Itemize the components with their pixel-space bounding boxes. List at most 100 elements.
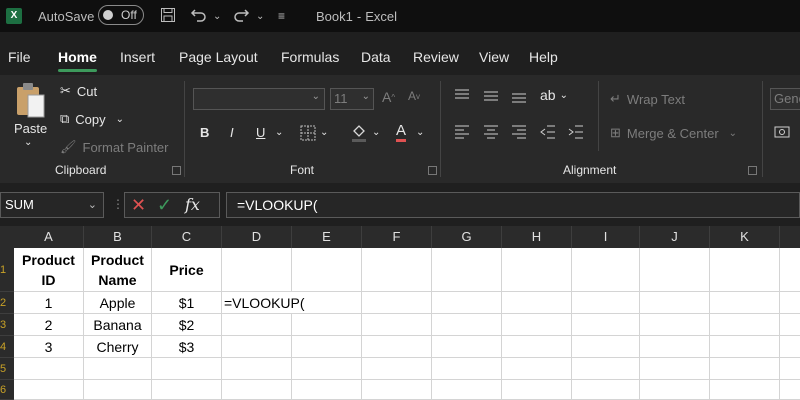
align-center-icon[interactable] — [483, 125, 499, 139]
cell-g2[interactable] — [432, 292, 502, 314]
cell-i3[interactable] — [572, 314, 640, 336]
cell-next[interactable] — [780, 358, 800, 380]
cell-i5[interactable] — [572, 358, 640, 380]
cell-h4[interactable] — [502, 336, 572, 358]
cell-d1[interactable] — [222, 248, 292, 292]
font-dialog-launcher-icon[interactable] — [428, 166, 437, 175]
cell-a6[interactable] — [14, 380, 84, 400]
cell-a2[interactable]: 1 — [14, 292, 84, 314]
enter-icon[interactable]: ✓ — [157, 193, 172, 217]
column-header-h[interactable]: H — [502, 226, 572, 248]
name-box-dropdown-icon[interactable]: ⌄ — [88, 193, 97, 217]
column-header-e[interactable]: E — [292, 226, 362, 248]
paste-icon[interactable] — [14, 81, 46, 119]
cell-next[interactable] — [780, 336, 800, 358]
cell-j4[interactable] — [640, 336, 710, 358]
column-header-c[interactable]: C — [152, 226, 222, 248]
cell-a4[interactable]: 3 — [14, 336, 84, 358]
copy-button[interactable]: ⧉ Copy ⌄ — [60, 111, 124, 127]
cell-c5[interactable] — [152, 358, 222, 380]
cell-a3[interactable]: 2 — [14, 314, 84, 336]
cell-k3[interactable] — [710, 314, 780, 336]
row-header-4[interactable]: 4 — [0, 336, 14, 358]
column-header-g[interactable]: G — [432, 226, 502, 248]
autosave-toggle[interactable]: Off — [98, 5, 144, 25]
increase-indent-icon[interactable] — [568, 125, 584, 139]
cell-k4[interactable] — [710, 336, 780, 358]
cell-g6[interactable] — [432, 380, 502, 400]
cell-c4[interactable]: $3 — [152, 336, 222, 358]
formula-input[interactable]: =VLOOKUP( — [226, 192, 800, 218]
cell-j5[interactable] — [640, 358, 710, 380]
cell-e4[interactable] — [292, 336, 362, 358]
cell-h2[interactable] — [502, 292, 572, 314]
cell-g1[interactable] — [432, 248, 502, 292]
name-box[interactable]: SUM ⌄ — [0, 192, 104, 218]
cell-next[interactable] — [780, 248, 800, 292]
cell-next[interactable] — [780, 314, 800, 336]
cell-d3[interactable] — [222, 314, 292, 336]
cell-i2[interactable] — [572, 292, 640, 314]
cell-d5[interactable] — [222, 358, 292, 380]
tab-insert[interactable]: Insert — [120, 42, 155, 72]
cell-b2[interactable]: Apple — [84, 292, 152, 314]
cell-j3[interactable] — [640, 314, 710, 336]
bold-button[interactable]: B — [200, 125, 209, 140]
row-header-6[interactable]: 6 — [0, 380, 14, 400]
decrease-indent-icon[interactable] — [540, 125, 556, 139]
cell-f3[interactable] — [362, 314, 432, 336]
tab-review[interactable]: Review — [413, 42, 459, 72]
cell-j6[interactable] — [640, 380, 710, 400]
font-color-dropdown-icon[interactable]: ⌄ — [416, 127, 424, 138]
currency-icon[interactable] — [774, 125, 790, 139]
cell-e2[interactable] — [292, 292, 362, 314]
cell-a1[interactable]: Product ID — [14, 248, 84, 292]
align-left-icon[interactable] — [454, 125, 470, 139]
cut-button[interactable]: ✂ Cut — [60, 83, 97, 99]
cell-e5[interactable] — [292, 358, 362, 380]
cell-f1[interactable] — [362, 248, 432, 292]
cell-f6[interactable] — [362, 380, 432, 400]
cell-b1[interactable]: Product Name — [84, 248, 152, 292]
column-header-next[interactable] — [780, 226, 800, 248]
underline-button[interactable]: U — [256, 125, 265, 140]
cell-k1[interactable] — [710, 248, 780, 292]
paste-button[interactable]: Paste — [14, 121, 47, 136]
cell-b6[interactable] — [84, 380, 152, 400]
cell-b3[interactable]: Banana — [84, 314, 152, 336]
cell-h1[interactable] — [502, 248, 572, 292]
wrap-text-button[interactable]: ↵ Wrap Text — [610, 91, 685, 107]
cell-f2[interactable] — [362, 292, 432, 314]
column-header-d[interactable]: D — [222, 226, 292, 248]
select-all-corner[interactable] — [0, 226, 14, 248]
cell-k6[interactable] — [710, 380, 780, 400]
align-bottom-icon[interactable] — [511, 89, 527, 103]
redo-dropdown-icon[interactable]: ⌄ — [256, 0, 264, 32]
row-header-3[interactable]: 3 — [0, 314, 14, 336]
borders-dropdown-icon[interactable]: ⌄ — [320, 127, 328, 138]
column-header-i[interactable]: I — [572, 226, 640, 248]
fill-color-dropdown-icon[interactable]: ⌄ — [372, 127, 380, 138]
customize-toolbar-icon[interactable]: ≡ — [278, 0, 285, 32]
undo-dropdown-icon[interactable]: ⌄ — [213, 0, 221, 32]
cell-j1[interactable] — [640, 248, 710, 292]
merge-dropdown-icon[interactable]: ⌄ — [729, 128, 737, 139]
number-format-combo[interactable]: Gene — [770, 88, 800, 110]
cell-c1[interactable]: Price — [152, 248, 222, 292]
cancel-icon[interactable]: ✕ — [131, 193, 146, 217]
italic-button[interactable]: I — [230, 125, 234, 140]
cell-next[interactable] — [780, 380, 800, 400]
cell-h3[interactable] — [502, 314, 572, 336]
tab-page-layout[interactable]: Page Layout — [179, 42, 258, 72]
cell-i1[interactable] — [572, 248, 640, 292]
cell-e1[interactable] — [292, 248, 362, 292]
row-header-2[interactable]: 2 — [0, 292, 14, 314]
insert-function-button[interactable]: fx — [185, 193, 200, 217]
cell-k2[interactable] — [710, 292, 780, 314]
increase-font-size-icon[interactable]: A ^ — [382, 89, 395, 105]
align-top-icon[interactable] — [454, 89, 470, 103]
undo-icon[interactable] — [190, 7, 208, 23]
paste-dropdown-icon[interactable]: ⌄ — [24, 137, 32, 148]
cell-e3[interactable] — [292, 314, 362, 336]
cell-j2[interactable] — [640, 292, 710, 314]
